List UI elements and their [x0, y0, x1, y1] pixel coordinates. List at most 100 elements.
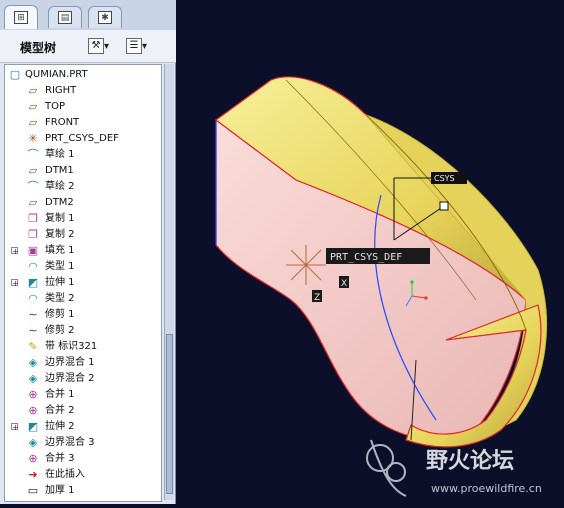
tree-item-label: 填充 1 — [45, 245, 75, 256]
tools-icon: ⚒ — [88, 38, 104, 54]
tree-item-label: 合并 2 — [45, 405, 75, 416]
model-canvas[interactable]: PRT_CSYS_DEF X Z CSYS 野火论坛 www.proewildf… — [176, 0, 564, 504]
thicken-icon: ▭ — [27, 484, 39, 497]
tree-item[interactable]: ❐ 复制 1 — [5, 211, 161, 227]
fill-icon: ▣ — [27, 244, 39, 257]
settings-button[interactable]: ⚒ ▾ — [88, 36, 109, 56]
tree-item-label: 草绘 1 — [45, 149, 75, 160]
tree-item-label: TOP — [45, 101, 66, 112]
tree-item[interactable]: ⊕ 合并 2 — [5, 403, 161, 419]
merge-icon: ⊕ — [28, 404, 38, 417]
plane-icon: ▱ — [28, 84, 38, 97]
tree-item-label: RIGHT — [45, 85, 77, 96]
tree-item-label: 合并 3 — [45, 453, 75, 464]
ribbon-icon: ✎ — [28, 340, 38, 353]
plane-icon: ▱ — [28, 116, 38, 129]
copy-icon: ❐ — [28, 212, 38, 225]
tree-item[interactable]: ➜ 在此插入 — [5, 467, 161, 483]
show-button[interactable]: ☰ ▾ — [126, 36, 147, 56]
surface-type-icon: ◠ — [28, 260, 38, 273]
tree-item[interactable]: ◈ 边界混合 2 — [5, 371, 161, 387]
tree-item[interactable]: ◈ 边界混合 1 — [5, 355, 161, 371]
plane-icon: ▱ — [28, 196, 38, 209]
tree-item[interactable]: ▱ DTM2 — [5, 195, 161, 211]
tab-favorites[interactable]: ✱ — [88, 6, 122, 28]
tree-item[interactable]: + ▣ 填充 1 — [5, 243, 161, 259]
tree-item-label: 拉伸 2 — [45, 421, 75, 432]
insert-here-arrow-icon: ➜ — [28, 468, 38, 481]
trim-icon: ∼ — [28, 308, 38, 321]
tree-item-label: 带 标识321 — [45, 341, 98, 352]
tab-model-tree[interactable]: ⊞ — [4, 5, 38, 29]
plane-icon: ▱ — [28, 100, 38, 113]
model-tree: ▢ QUMIAN.PRT ▱ RIGHT ▱ TOP ▱ FRONT ✳ PRT_CSYS_D… — [4, 64, 162, 502]
scroll-thumb[interactable] — [166, 334, 173, 494]
forum-watermark: 野火论坛 www.proewildfire.cn — [366, 439, 542, 497]
expand-icon[interactable]: + — [11, 279, 19, 288]
tree-item-label: 草绘 2 — [45, 181, 75, 192]
part-icon: ▢ — [9, 68, 21, 81]
tree-item[interactable]: ▭ 加厚 1 — [5, 483, 161, 499]
tree-scrollbar[interactable] — [164, 64, 174, 500]
panel-tabs: ⊞ ▤ ✱ — [0, 0, 176, 30]
axis-x-label: X — [341, 279, 347, 289]
tree-item-label: 复制 2 — [45, 229, 75, 240]
csys-marker[interactable] — [286, 245, 326, 285]
merge-icon: ⊕ — [28, 388, 38, 401]
tree-item[interactable]: ⊕ 合并 3 — [5, 451, 161, 467]
model-tree-panel: ⊞ ▤ ✱ 模型树 ⚒ ▾ ☰ ▾ ▢ QUMIAN.PRT ▱ RIGHT ▱ TO… — [0, 0, 176, 504]
trim-icon: ∼ — [28, 324, 38, 337]
tree-item[interactable]: + ◩ 拉伸 1 — [5, 275, 161, 291]
boundary-blend-icon: ◈ — [28, 436, 38, 449]
chevron-down-icon: ▾ — [142, 40, 148, 52]
tree-item-label: 合并 1 — [45, 389, 75, 400]
extrude-icon: ◩ — [27, 276, 39, 289]
tree-item[interactable]: ✎ 带 标识321 — [5, 339, 161, 355]
tree-item-label: DTM1 — [45, 165, 74, 176]
watermark-title: 野火论坛 — [426, 448, 514, 474]
list-icon: ☰ — [126, 38, 142, 54]
tree-item[interactable]: ◠ 类型 1 — [5, 259, 161, 275]
tree-item[interactable]: ∼ 修剪 1 — [5, 307, 161, 323]
model-tree-icon: ⊞ — [14, 11, 28, 24]
tree-item[interactable]: ⌒ 草绘 1 — [5, 147, 161, 163]
watermark-url: www.proewildfire.cn — [431, 482, 542, 495]
plane-icon: ▱ — [28, 164, 38, 177]
tree-item-label: 复制 1 — [45, 213, 75, 224]
tree-item-label: 类型 2 — [45, 293, 75, 304]
surface-type-icon: ◠ — [28, 292, 38, 305]
chevron-down-icon: ▾ — [104, 40, 110, 52]
graphics-viewport[interactable]: PRT_CSYS_DEF X Z CSYS 野火论坛 www.proewildf… — [176, 0, 564, 504]
tree-item[interactable]: ⊕ 合并 1 — [5, 387, 161, 403]
axis-z-label: Z — [314, 293, 320, 303]
tree-item[interactable]: ▱ DTM1 — [5, 163, 161, 179]
expand-icon[interactable]: + — [11, 423, 19, 432]
tree-item[interactable]: ✳ PRT_CSYS_DEF — [5, 131, 161, 147]
sketch-icon: ⌒ — [27, 148, 39, 161]
tree-item[interactable]: ▱ TOP — [5, 99, 161, 115]
selection-handle[interactable] — [439, 201, 449, 211]
tree-item[interactable]: ◈ 边界混合 3 — [5, 435, 161, 451]
tree-item-label: 边界混合 1 — [45, 357, 95, 368]
tree-item[interactable]: ∼ 修剪 2 — [5, 323, 161, 339]
tree-item-label: 类型 1 — [45, 261, 75, 272]
tree-item[interactable]: ◠ 类型 2 — [5, 291, 161, 307]
tab-layers[interactable]: ▤ — [48, 6, 82, 28]
tree-item-label: FRONT — [45, 117, 80, 128]
tree-item[interactable]: ❐ 复制 2 — [5, 227, 161, 243]
tree-item-label: 边界混合 2 — [45, 373, 95, 384]
tree-item-label: PRT_CSYS_DEF — [45, 133, 119, 144]
favorites-icon: ✱ — [98, 11, 112, 24]
tree-item-label: 边界混合 3 — [45, 437, 95, 448]
boundary-blend-icon: ◈ — [28, 372, 38, 385]
tree-item[interactable]: + ◩ 拉伸 2 — [5, 419, 161, 435]
tree-item[interactable]: ▱ FRONT — [5, 115, 161, 131]
boundary-blend-icon: ◈ — [28, 356, 38, 369]
expand-icon[interactable]: + — [11, 247, 19, 256]
tree-item[interactable]: ⌒ 草绘 2 — [5, 179, 161, 195]
tree-item-label: 拉伸 1 — [45, 277, 75, 288]
tree-item[interactable]: ▱ RIGHT — [5, 83, 161, 99]
copy-icon: ❐ — [28, 228, 38, 241]
model-tree-toolbar: 模型树 ⚒ ▾ ☰ ▾ — [0, 30, 176, 63]
tree-item-label: 修剪 2 — [45, 325, 75, 336]
